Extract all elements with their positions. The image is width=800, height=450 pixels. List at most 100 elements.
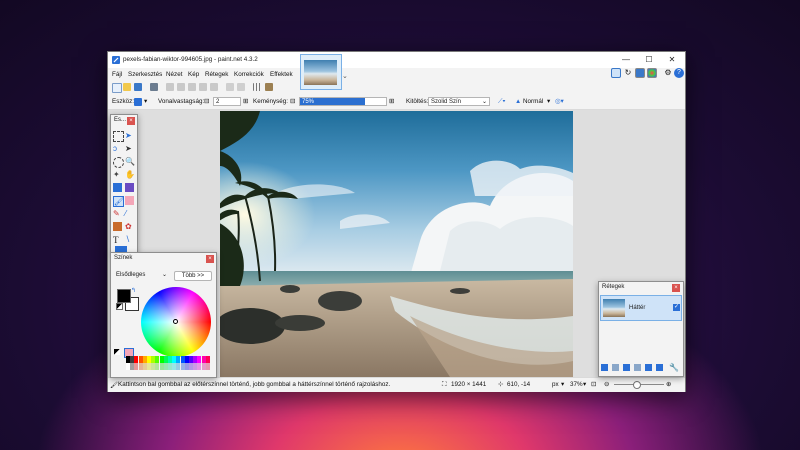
layers-toggle-icon[interactable] xyxy=(635,68,645,78)
menu-file[interactable]: Fájl xyxy=(112,71,122,78)
undo-icon[interactable] xyxy=(226,83,234,91)
settings-icon[interactable]: ⚙ xyxy=(663,68,673,78)
hardness-slider[interactable]: 75% xyxy=(299,97,387,106)
zoom-fit-icon[interactable]: ⊡ xyxy=(591,381,596,388)
pencil-icon[interactable]: ✎ xyxy=(113,209,122,218)
maximize-button[interactable]: ☐ xyxy=(638,54,660,66)
brush-width-minus[interactable]: ⊟ xyxy=(204,98,209,105)
colors-panel-title: Színek xyxy=(114,255,133,261)
tools-panel-close[interactable]: × xyxy=(127,117,135,125)
grid-icon[interactable] xyxy=(253,83,261,91)
recolor-icon[interactable]: ✿ xyxy=(125,222,134,231)
menu-adjustments[interactable]: Korrekciók xyxy=(234,71,264,78)
reset-colors-icon[interactable] xyxy=(116,303,123,310)
move-layer-down-icon[interactable] xyxy=(656,364,663,371)
paint-bucket-icon[interactable] xyxy=(113,183,122,192)
layers-panel-close[interactable]: × xyxy=(672,284,680,292)
duplicate-layer-icon[interactable] xyxy=(623,364,630,371)
color-mode-select[interactable]: Elsődleges ⌄ xyxy=(114,271,169,281)
color-palette[interactable] xyxy=(126,356,210,370)
deselect-icon[interactable] xyxy=(210,83,218,91)
zoom-in-icon[interactable]: ⊕ xyxy=(666,381,671,388)
gradient-icon[interactable] xyxy=(125,183,134,192)
zoom-out-icon[interactable]: ⊖ xyxy=(604,381,609,388)
alpha-mode-icon[interactable]: ◎▾ xyxy=(555,98,564,105)
copy-icon[interactable] xyxy=(177,83,185,91)
paste-icon[interactable] xyxy=(188,83,196,91)
palette-swatch[interactable] xyxy=(205,356,210,363)
tools-toggle-icon[interactable] xyxy=(611,68,621,78)
cut-icon[interactable] xyxy=(166,83,174,91)
merge-layer-icon[interactable] xyxy=(634,364,641,371)
palette-swatch[interactable] xyxy=(205,363,210,370)
blend-mode-select[interactable]: Normál xyxy=(523,98,543,105)
help-icon[interactable]: ? xyxy=(674,68,684,78)
colors-panel: Színek × Elsődleges ⌄ Több >> ↰ xyxy=(110,252,217,378)
rect-select-icon[interactable] xyxy=(113,131,124,142)
brush-width-input[interactable]: 2 xyxy=(213,97,241,106)
print-icon[interactable] xyxy=(150,83,158,91)
paintbrush-icon[interactable] xyxy=(134,98,142,106)
layer-visibility-checkbox[interactable]: ✓ xyxy=(673,304,680,311)
color-picker-icon[interactable]: ⁄ xyxy=(125,209,134,218)
status-hint: Kattintson bal gombbal az előtérszínnel … xyxy=(118,381,391,388)
hardness-label: Keménység: xyxy=(253,98,289,105)
redo-icon[interactable] xyxy=(237,83,245,91)
open-icon[interactable] xyxy=(123,83,131,91)
add-layer-icon[interactable] xyxy=(601,364,608,371)
tools-panel-title: Es... xyxy=(114,117,127,123)
menu-bar: Fájl Szerkesztés Nézet Kép Rétegek Korre… xyxy=(108,69,685,81)
window-controls: ↻ ⚙ ? xyxy=(611,68,685,80)
palette-bw-icon[interactable] xyxy=(114,349,120,355)
colors-panel-close[interactable]: × xyxy=(206,255,214,263)
history-icon[interactable]: ↻ xyxy=(623,68,633,78)
status-bar: 🖌 Kattintson bal gombbal az előtérszínne… xyxy=(108,377,685,392)
ruler-icon[interactable] xyxy=(265,83,273,91)
image-canvas[interactable] xyxy=(220,111,573,377)
swap-colors-icon[interactable]: ↰ xyxy=(131,287,136,294)
pan-icon[interactable]: ✋ xyxy=(125,170,135,179)
menu-view[interactable]: Nézet xyxy=(166,71,182,78)
text-tool-icon[interactable]: T xyxy=(113,235,122,245)
clone-stamp-icon[interactable] xyxy=(113,222,122,231)
tool-label: Eszköz: xyxy=(112,98,135,105)
menu-layers[interactable]: Rétegek xyxy=(205,71,228,78)
brush-width-plus[interactable]: ⊞ xyxy=(243,98,248,105)
hardness-minus[interactable]: ⊟ xyxy=(290,98,295,105)
save-icon[interactable] xyxy=(134,83,142,91)
move-layer-up-icon[interactable] xyxy=(645,364,652,371)
move-pixels-icon[interactable]: ➤ xyxy=(125,144,134,153)
antialias-icon[interactable]: ⟋▾ xyxy=(498,98,505,106)
menu-image[interactable]: Kép xyxy=(188,71,199,78)
more-colors-button[interactable]: Több >> xyxy=(174,271,212,281)
unit-select[interactable]: px xyxy=(552,381,559,388)
crop-icon[interactable] xyxy=(199,83,207,91)
menu-effects[interactable]: Effektek xyxy=(270,71,293,78)
move-selection-icon[interactable]: ➤ xyxy=(125,131,134,140)
paintbrush-tool-icon[interactable]: 🖌 xyxy=(113,196,124,207)
fill-select[interactable]: Szolid Szín ⌄ xyxy=(428,97,490,106)
cursor-position: 610, -14 xyxy=(507,381,531,388)
colors-toggle-icon[interactable] xyxy=(647,68,657,78)
main-toolbar xyxy=(108,81,685,93)
beach-photo xyxy=(220,111,573,377)
magic-wand-icon[interactable]: ✦ xyxy=(113,170,122,179)
eraser-icon[interactable] xyxy=(125,196,134,205)
new-icon[interactable] xyxy=(112,83,122,93)
hardness-plus[interactable]: ⊞ xyxy=(389,98,394,105)
color-wheel[interactable] xyxy=(141,287,211,357)
delete-layer-icon[interactable] xyxy=(612,364,619,371)
menu-edit[interactable]: Szerkesztés xyxy=(128,71,162,78)
layer-row[interactable]: Háttér ✓ xyxy=(600,295,682,321)
ellipse-select-icon[interactable] xyxy=(113,157,124,168)
minimize-button[interactable]: — xyxy=(615,54,637,66)
zoom-slider-thumb[interactable] xyxy=(633,381,641,389)
lasso-icon[interactable]: ↄ xyxy=(113,144,122,153)
color-wheel-picker[interactable] xyxy=(173,319,178,324)
line-curve-icon[interactable]: ∖ xyxy=(125,235,134,244)
primary-color-swatch[interactable] xyxy=(117,289,131,303)
close-button[interactable]: ✕ xyxy=(661,54,683,66)
layer-properties-icon[interactable]: 🔧 xyxy=(669,363,679,372)
zoom-tool-icon[interactable]: 🔍 xyxy=(125,157,135,166)
zoom-value[interactable]: 37% xyxy=(570,381,583,388)
